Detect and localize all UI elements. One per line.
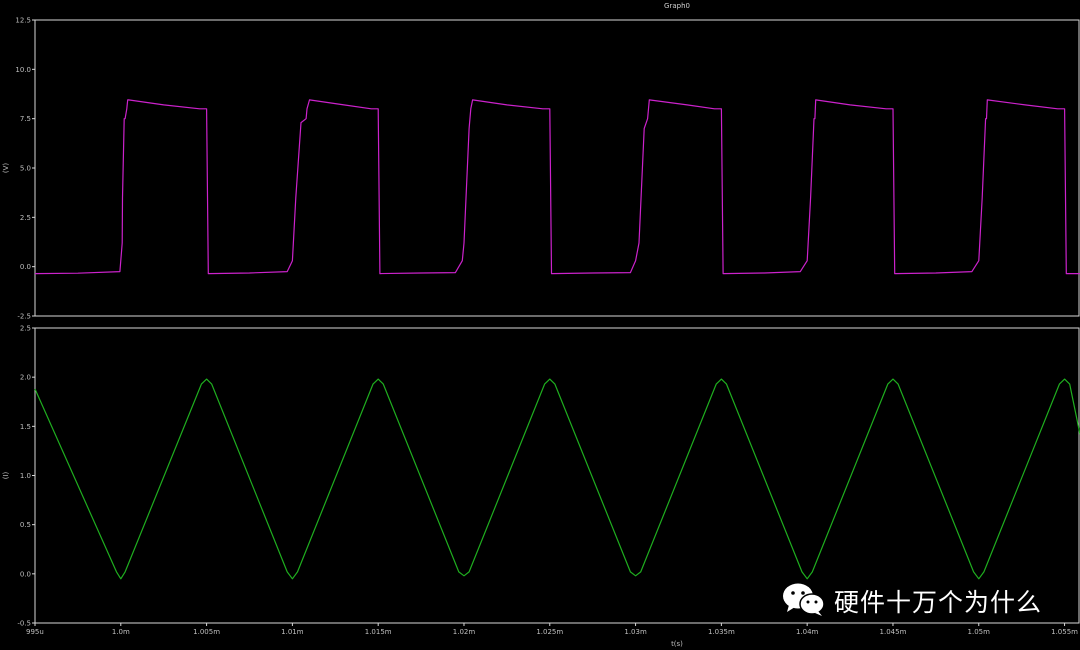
x-tick-label: 1.025m xyxy=(536,628,563,636)
voltage-panel: 12.5 10.0 7.5 5.0 2.5 0.0 -2.5 (V) xyxy=(2,17,1080,321)
x-tick-label: 1.045m xyxy=(880,628,907,636)
y-tick-label: 7.5 xyxy=(20,115,31,123)
x-tick-label: 1.005m xyxy=(193,628,220,636)
y-tick-label: 2.5 xyxy=(20,214,31,222)
y-axis-label: (V) xyxy=(2,163,10,174)
x-tick-label: 1.02m xyxy=(453,628,476,636)
y-tick-label: 0.0 xyxy=(20,263,31,271)
current-series-line xyxy=(34,378,1080,580)
x-tick-label: 1.01m xyxy=(281,628,304,636)
x-tick-label: 995u xyxy=(26,628,44,636)
voltage-series-line xyxy=(34,99,1080,275)
y-tick-label: 12.5 xyxy=(15,17,31,25)
x-tick-label: 1.055m xyxy=(1051,628,1078,636)
chart-title: Graph0 xyxy=(664,2,690,10)
plot-frame xyxy=(34,19,1080,317)
y-tick-label: 0.5 xyxy=(20,521,31,529)
y-tick-label: 0.0 xyxy=(20,570,31,578)
y-tick-label: 1.5 xyxy=(20,423,31,431)
y-tick-label: 2.0 xyxy=(20,374,31,382)
y-tick-label: 2.5 xyxy=(20,325,31,333)
watermark-text: 硬件十万个为什么 xyxy=(834,588,1043,617)
x-tick-label: 1.03m xyxy=(624,628,647,636)
x-tick-label: 1.0m xyxy=(112,628,130,636)
chart-canvas: Graph0 12.5 10.0 7.5 5.0 2.5 0.0 -2.5 (V) 2.5 2.… xyxy=(2,2,1080,648)
plot-frame xyxy=(34,327,1080,624)
x-tick-label: 1.015m xyxy=(365,628,392,636)
y-tick-label: 1.0 xyxy=(20,472,31,480)
y-tick-label: -0.5 xyxy=(17,620,31,628)
x-axis-label: t(s) xyxy=(671,640,683,648)
x-tick-label: 1.04m xyxy=(796,628,819,636)
y-axis-label: (I) xyxy=(2,471,10,479)
y-tick-label: 5.0 xyxy=(20,165,31,173)
x-axis: 995u 1.0m 1.005m 1.01m 1.015m 1.02m 1.025m 1.03… xyxy=(26,623,1078,636)
y-tick-label: 10.0 xyxy=(15,66,31,74)
watermark: 硬件十万个为什么 xyxy=(782,583,1042,619)
y-tick-label: -2.5 xyxy=(17,313,31,321)
x-tick-label: 1.035m xyxy=(708,628,735,636)
wechat-icon xyxy=(782,581,826,621)
x-tick-label: 1.05m xyxy=(968,628,991,636)
